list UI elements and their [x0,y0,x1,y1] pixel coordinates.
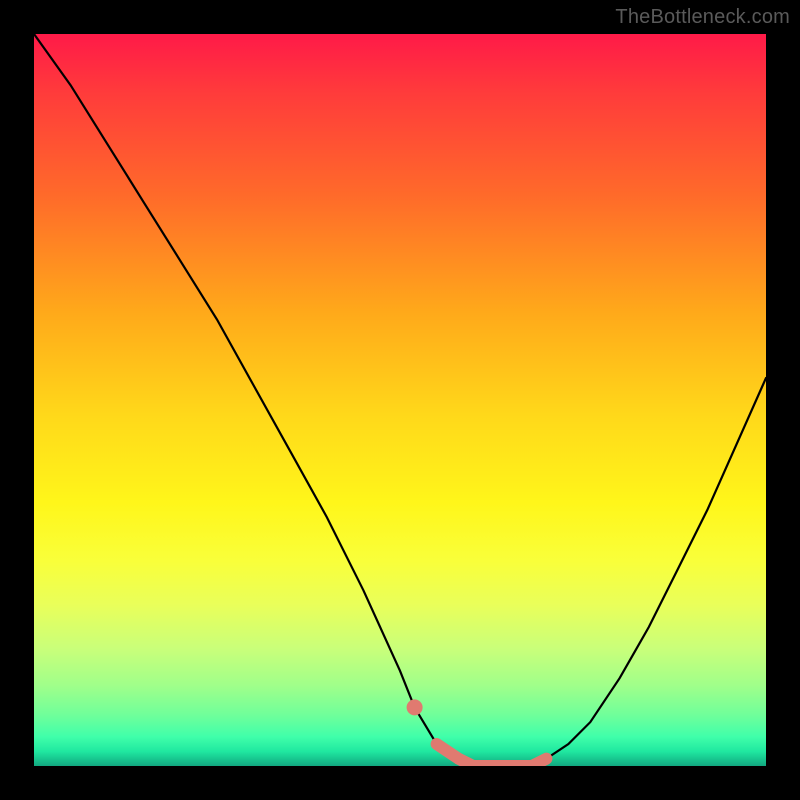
bottleneck-curve [34,34,766,766]
curve-path [34,34,766,766]
curve-highlight [437,744,547,766]
plot-area [34,34,766,766]
watermark-text: TheBottleneck.com [615,6,790,29]
chart-frame: TheBottleneck.com [0,0,800,800]
curve-highlight-dot [407,699,423,715]
